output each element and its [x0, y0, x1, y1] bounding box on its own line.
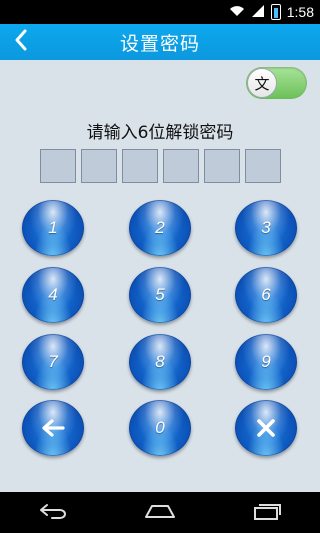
pin-prompt: 请输入6位解锁密码: [86, 123, 234, 143]
pin-digit-box: [40, 149, 76, 183]
status-bar: 1:58: [0, 0, 320, 24]
wifi-icon: [229, 5, 245, 20]
key-8[interactable]: 8: [129, 334, 191, 390]
pin-digit-box: [245, 149, 281, 183]
numeric-keypad: 1 2 3 4 5 6 7 8 9 0: [0, 196, 320, 486]
nav-back-icon: [38, 503, 68, 523]
chevron-left-icon: [14, 29, 28, 55]
nav-home-button[interactable]: [130, 492, 190, 533]
key-0[interactable]: 0: [129, 400, 191, 456]
pin-input-row: [40, 149, 281, 183]
close-icon: [256, 418, 276, 438]
backspace-button[interactable]: [22, 400, 84, 456]
arrow-left-icon: [41, 419, 65, 437]
key-6[interactable]: 6: [235, 267, 297, 323]
pin-digit-box: [81, 149, 117, 183]
clear-button[interactable]: [235, 400, 297, 456]
signal-icon: [251, 4, 265, 20]
key-9[interactable]: 9: [235, 334, 297, 390]
battery-icon: [270, 4, 281, 20]
main-content: 文 请输入6位解锁密码 1 2 3 4 5 6 7 8 9 0: [0, 60, 320, 492]
key-3[interactable]: 3: [235, 200, 297, 256]
app-header: 设置密码: [0, 24, 320, 60]
toggle-knob: 文: [247, 68, 277, 98]
language-toggle[interactable]: 文: [246, 67, 307, 99]
pin-digit-box: [163, 149, 199, 183]
key-5[interactable]: 5: [129, 267, 191, 323]
key-2[interactable]: 2: [129, 200, 191, 256]
key-1[interactable]: 1: [22, 200, 84, 256]
pin-digit-box: [122, 149, 158, 183]
home-icon: [143, 503, 177, 523]
page-title: 设置密码: [119, 32, 200, 55]
status-time: 1:58: [286, 4, 314, 20]
key-4[interactable]: 4: [22, 267, 84, 323]
key-7[interactable]: 7: [22, 334, 84, 390]
recents-icon: [252, 502, 282, 524]
toggle-label: 文: [254, 74, 270, 93]
nav-recents-button[interactable]: [237, 492, 297, 533]
back-button[interactable]: [10, 29, 32, 55]
nav-back-button[interactable]: [23, 492, 83, 533]
system-nav-bar: [0, 492, 320, 533]
pin-digit-box: [204, 149, 240, 183]
